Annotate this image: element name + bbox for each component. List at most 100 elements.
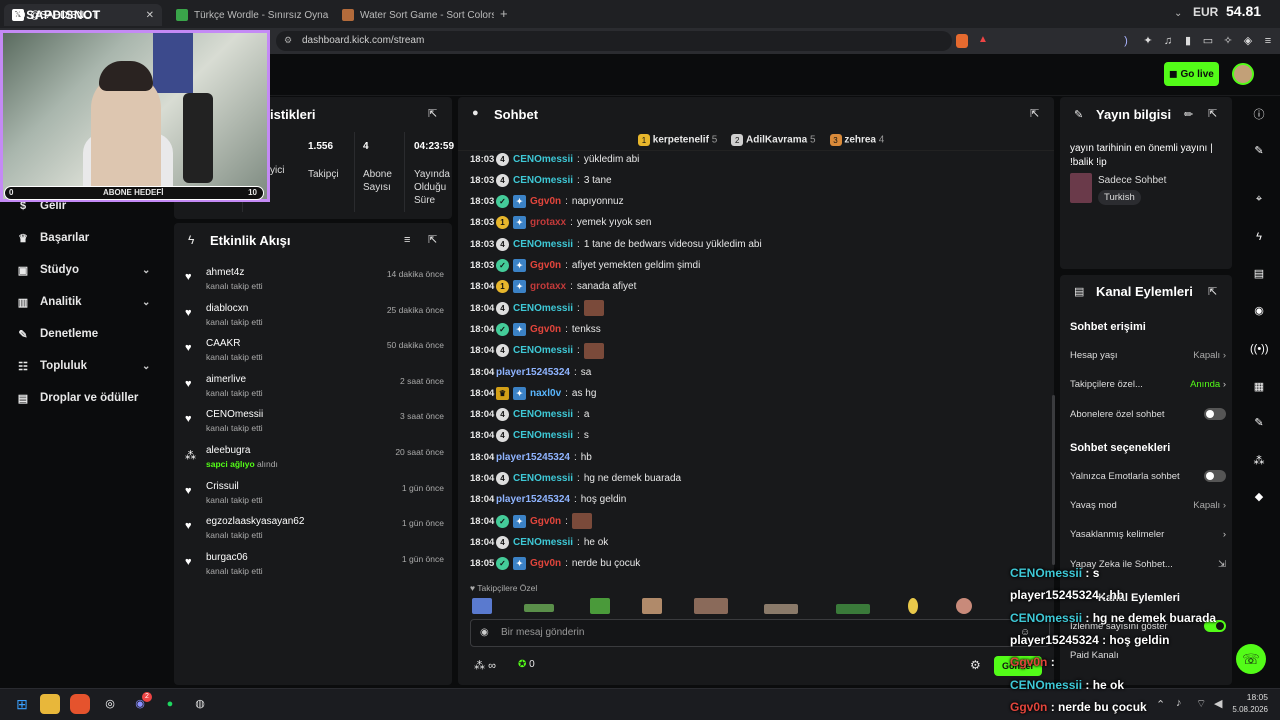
chat-message[interactable]: 18:04 4 CENOmessii: xyxy=(470,341,604,361)
edit-icon[interactable]: ✏ xyxy=(1184,108,1193,121)
chat-message[interactable]: 18:03 ✓ ✦ Ggv0n: napıyonnuz xyxy=(470,192,624,212)
gift-icon[interactable]: ◆ xyxy=(1250,488,1268,506)
chat-input[interactable]: Bir mesaj gönderin xyxy=(470,619,1050,647)
chat-message[interactable]: 18:03 4 CENOmessii: yükledim abi xyxy=(470,149,639,169)
followers-only-row[interactable]: Takipçilere özel... Anında › xyxy=(1070,376,1226,392)
message-user[interactable]: CENOmessii xyxy=(513,409,573,420)
emote[interactable] xyxy=(642,598,662,614)
emote[interactable] xyxy=(472,598,492,614)
edit-icon[interactable]: ✎ xyxy=(1250,142,1268,160)
emote-only-row[interactable]: Yalnızca Emotlarla sohbet xyxy=(1070,468,1226,484)
steam-icon[interactable]: ◎ xyxy=(100,694,120,714)
message-user[interactable]: CENOmessii xyxy=(513,345,573,356)
emote[interactable] xyxy=(764,604,798,614)
activity-item[interactable]: ⁂ aleebugra sapci ağlıyo alındı 20 saat … xyxy=(182,445,452,479)
wallet-card-icon[interactable]: ▭ xyxy=(1200,33,1216,49)
activity-item[interactable]: ♥ aimerlive kanalı takip etti 2 saat önc… xyxy=(182,374,452,408)
chat-emote[interactable] xyxy=(583,342,604,359)
sidebar-icon[interactable]: ▮ xyxy=(1180,33,1196,49)
filter-icon[interactable]: ≡ xyxy=(404,234,410,246)
emote[interactable] xyxy=(956,598,972,614)
message-user[interactable]: player15245324 xyxy=(496,452,570,463)
wrench-icon[interactable]: ✎ xyxy=(1250,414,1268,432)
popout-icon[interactable]: ⇱ xyxy=(428,233,437,246)
brave-shield-icon[interactable] xyxy=(956,34,968,48)
popout-icon[interactable]: ⇱ xyxy=(1208,285,1217,298)
avatar[interactable] xyxy=(1232,63,1254,85)
message-user[interactable]: CENOmessii xyxy=(513,154,573,165)
message-user[interactable]: player15245324 xyxy=(496,367,570,378)
message-user[interactable]: naxl0v xyxy=(530,388,561,399)
sub-only-toggle[interactable] xyxy=(1204,408,1226,420)
tray-chevron-icon[interactable]: ⌃ xyxy=(1156,698,1165,711)
sidebar-item-denetleme[interactable]: ✎ Denetleme xyxy=(16,324,98,344)
message-user[interactable]: CENOmessii xyxy=(513,473,573,484)
music-icon[interactable]: ♫ xyxy=(1160,33,1176,49)
chat-message[interactable]: 18:04 4 CENOmessii: he ok xyxy=(470,532,608,552)
message-user[interactable]: CENOmessii xyxy=(513,430,573,441)
support-button[interactable]: ☏ xyxy=(1236,644,1266,674)
message-user[interactable]: grotaxx xyxy=(530,217,566,228)
top-gifter[interactable]: 1 kerpetenelif 5 xyxy=(638,134,717,146)
chat-message[interactable]: 18:04 4 CENOmessii: xyxy=(470,298,604,318)
activity-item[interactable]: ♥ diablocxn kanalı takip etti 25 dakika … xyxy=(182,303,452,337)
chat-emote[interactable] xyxy=(571,513,592,530)
emote-only-toggle[interactable] xyxy=(1204,470,1226,482)
chat-emote[interactable] xyxy=(583,300,604,317)
message-user[interactable]: player15245324 xyxy=(496,494,570,505)
account-age-row[interactable]: Hesap yaşı Kapalı › xyxy=(1070,347,1226,363)
chat-message[interactable]: 18:03 1 ✦ grotaxx: yemek yıyok sen xyxy=(470,213,651,233)
message-user[interactable]: Ggv0n xyxy=(530,196,561,207)
sub-only-row[interactable]: Abonelere özel sohbet xyxy=(1070,406,1226,422)
points-counter[interactable]: ✪ 0 xyxy=(518,659,535,670)
broadcast-icon[interactable]: ((•)) xyxy=(1250,340,1269,358)
sidebar-item-basarilar[interactable]: ♛ Başarılar xyxy=(16,228,89,248)
message-user[interactable]: Ggv0n xyxy=(530,558,561,569)
tab-water-sort[interactable]: Water Sort Game - Sort Colors Online ✕ xyxy=(334,4,494,26)
message-user[interactable]: CENOmessii xyxy=(513,175,573,186)
chat-message[interactable]: 18:04 ✓ ✦ Ggv0n: tenkss xyxy=(470,319,601,339)
language-tag[interactable]: Turkish xyxy=(1098,190,1141,205)
message-user[interactable]: Ggv0n xyxy=(530,516,561,527)
emote[interactable] xyxy=(590,598,610,614)
chat-message[interactable]: 18:04 player15245324: hoş geldin xyxy=(470,490,626,510)
close-tab-icon[interactable]: ✕ xyxy=(146,10,154,21)
clock-time[interactable]: 18:05 xyxy=(1238,692,1268,702)
activity-item[interactable]: ♥ CENOmessii kanalı takip etti 3 saat ön… xyxy=(182,409,452,443)
tab-wordle[interactable]: Türkçe Wordle - Sınırsız Oyna ✕ xyxy=(168,4,330,26)
message-user[interactable]: CENOmessii xyxy=(513,303,573,314)
top-gifter[interactable]: 2 AdilKavrama 5 xyxy=(731,134,816,146)
menu-icon[interactable]: ≡ xyxy=(1260,33,1276,49)
message-user[interactable]: grotaxx xyxy=(530,281,566,292)
network-icon[interactable]: ⌔ xyxy=(1196,697,1206,711)
sidebar-item-studyo[interactable]: ▣ Stüdyo ⌄ xyxy=(16,260,156,280)
document-icon[interactable]: ▤ xyxy=(1250,265,1268,283)
chat-message[interactable]: 18:03 4 CENOmessii:3 tane xyxy=(470,170,612,190)
go-live-button[interactable]: ◼ Go live xyxy=(1164,62,1219,86)
chat-message[interactable]: 18:04 4 CENOmessii: s xyxy=(470,426,589,446)
new-tab-button[interactable]: + xyxy=(500,6,508,21)
microphone-icon[interactable]: ♪ xyxy=(1176,697,1182,709)
chat-message[interactable]: 18:04 player15245324: hb xyxy=(470,447,592,467)
top-gifter[interactable]: 3 zehrea 4 xyxy=(829,134,884,146)
message-user[interactable]: Ggv0n xyxy=(530,260,561,271)
obs-icon[interactable]: ◍ xyxy=(190,694,210,714)
vpn-icon[interactable]: ◈ xyxy=(1240,33,1256,49)
server-icon[interactable]: ▦ xyxy=(1250,378,1268,396)
activity-item[interactable]: ♥ ahmet4z kanalı takip etti 14 dakika ön… xyxy=(182,267,452,301)
chat-message[interactable]: 18:04 player15245324: sa xyxy=(470,362,591,382)
chat-message[interactable]: 18:05 ✓ ✦ Ggv0n: nerde bu çocuk xyxy=(470,554,640,574)
banned-words-row[interactable]: Yasaklanmış kelimeler › xyxy=(1070,526,1226,542)
chat-message[interactable]: 18:04 1 ✦ grotaxx: sanada afiyet xyxy=(470,277,636,297)
chat-message[interactable]: 18:04 ✓ ✦ Ggv0n: xyxy=(470,511,592,531)
message-user[interactable]: CENOmessii xyxy=(513,537,573,548)
target-icon[interactable]: ⌖ xyxy=(1250,190,1268,208)
paid-channel-row[interactable]: Paid Kanalı xyxy=(1070,647,1226,663)
volume-icon[interactable]: ◀ xyxy=(1214,697,1222,710)
slow-mode-row[interactable]: Yavaş mod Kapalı › xyxy=(1070,497,1226,513)
wallet-icon[interactable]: ) xyxy=(1118,33,1134,49)
extensions-icon[interactable]: ✦ xyxy=(1140,33,1156,49)
emote[interactable] xyxy=(524,604,554,612)
info-icon[interactable]: ⓘ xyxy=(1250,106,1268,124)
activity-item[interactable]: ♥ CAAKR kanalı takip etti 50 dakika önce xyxy=(182,338,452,372)
